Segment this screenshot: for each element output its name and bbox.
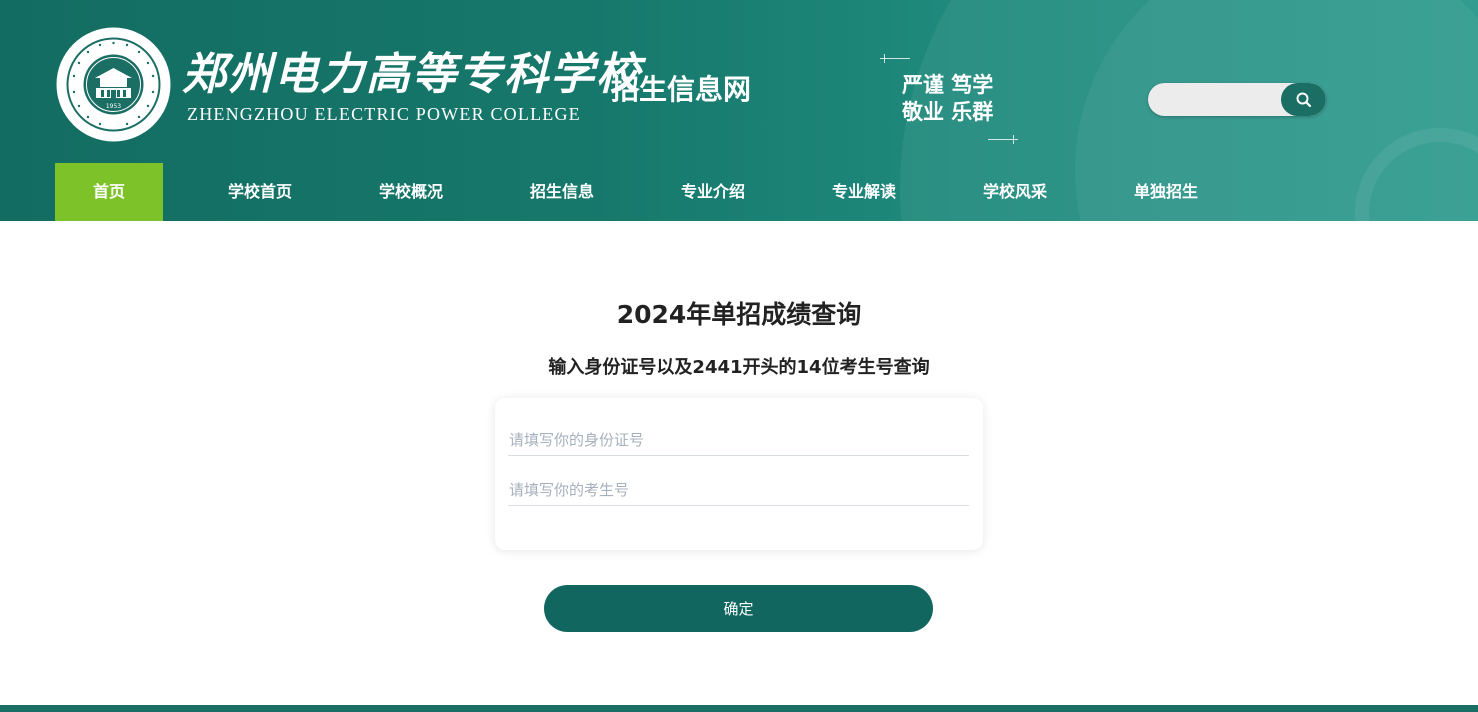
search-icon	[1296, 92, 1311, 107]
nav-item-school-overview[interactable]: 学校概况	[357, 163, 465, 221]
school-name-en: ZHENGZHOU ELECTRIC POWER COLLEGE	[187, 104, 581, 124]
nav-item-home[interactable]: 首页	[55, 163, 163, 221]
query-form-card	[495, 398, 983, 550]
nav-item-school-home[interactable]: 学校首页	[206, 163, 314, 221]
site-header: 1953 郑州电力高等专科学校 ZHENGZHOU ELECTRIC POWER…	[0, 0, 1478, 221]
nav-item-majors[interactable]: 专业介绍	[659, 163, 767, 221]
school-emblem-icon: 1953	[56, 27, 171, 142]
search-button[interactable]	[1281, 83, 1326, 116]
motto-line-2: 敬业 乐群	[902, 100, 994, 124]
id-number-input[interactable]	[508, 424, 969, 456]
school-logo[interactable]: 1953	[55, 26, 172, 143]
motto-text: 严谨 笃学 敬业 乐群	[902, 72, 993, 126]
site-name: 招生信息网	[611, 73, 752, 106]
nav-item-major-analysis[interactable]: 专业解读	[810, 163, 918, 221]
footer-bar	[0, 705, 1478, 712]
search-box	[1148, 83, 1326, 116]
search-input[interactable]	[1148, 83, 1282, 116]
page-subtitle: 输入身份证号以及2441开头的14位考生号查询	[548, 357, 930, 378]
nav-item-independent-admission[interactable]: 单独招生	[1112, 163, 1220, 221]
motto-decoration-line	[880, 54, 910, 63]
page-title: 2024年单招成绩查询	[616, 300, 862, 329]
exam-number-input[interactable]	[508, 474, 969, 506]
nav-item-campus-style[interactable]: 学校风采	[961, 163, 1069, 221]
logo-year: 1953	[106, 103, 121, 110]
motto-decoration-line	[988, 135, 1018, 144]
school-name-cn: 郑州电力高等专科学校	[182, 49, 642, 100]
nav-item-admission-info[interactable]: 招生信息	[508, 163, 616, 221]
submit-button[interactable]: 确定	[544, 585, 933, 632]
motto-line-1: 严谨 笃学	[902, 73, 994, 97]
main-navigation: 首页 学校首页 学校概况 招生信息 专业介绍 专业解读 学校风采 单独招生	[55, 163, 1255, 221]
school-motto: 严谨 笃学 敬业 乐群	[880, 50, 1030, 150]
